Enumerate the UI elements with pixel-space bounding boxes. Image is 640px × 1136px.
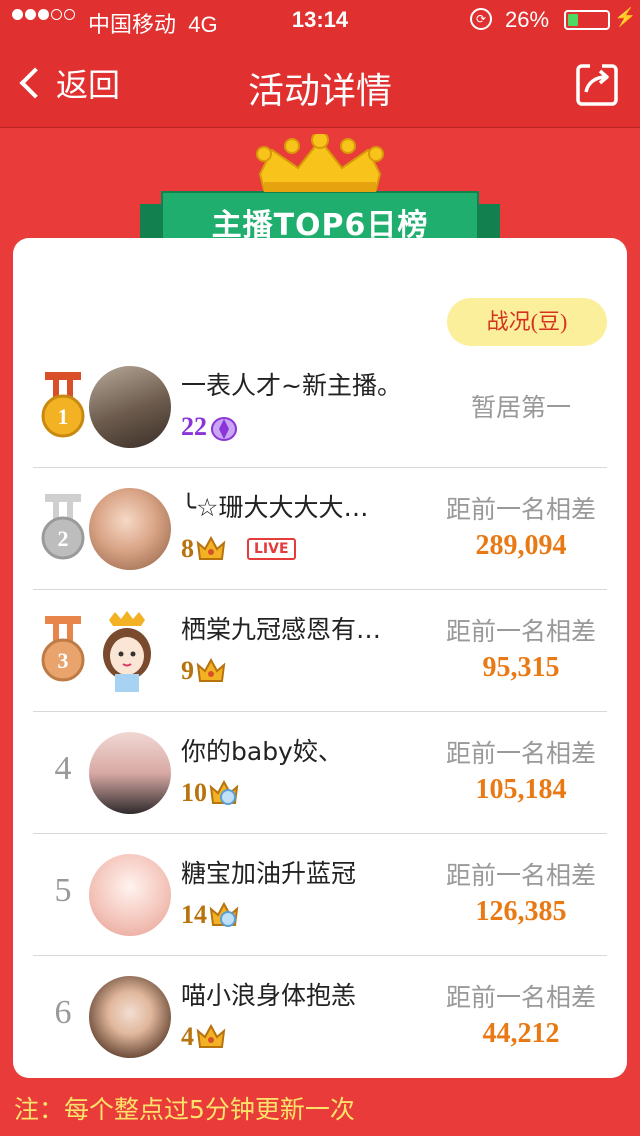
gap-value: 126,385 [475, 896, 567, 927]
ranking-row-5[interactable]: 5 糖宝加油升蓝冠 14 距前一名相差 126,385 [13, 834, 627, 956]
level-number: 4 [181, 1022, 194, 1051]
anchor-name: 喵小浪身体抱恙 [181, 981, 357, 1010]
battle-status-button[interactable]: 战况(豆) [447, 298, 607, 346]
rank-status: 暂居第一 [470, 393, 571, 422]
ranking-row-4[interactable]: 4 你的baby姣、 10 距前一名相差 105,184 [13, 712, 627, 834]
status-bar: 中国移动 4G 13:14 ⟳ 26% ⚡ [0, 0, 640, 40]
svg-text:2: 2 [58, 526, 69, 551]
anchor-name: 一表人才~新主播。 [181, 371, 402, 400]
level-badge: 14 [181, 900, 240, 930]
crown-icon [196, 1023, 226, 1048]
avatar[interactable] [89, 976, 171, 1058]
battery-percent: 26% [505, 7, 550, 32]
ranking-row-1[interactable]: 1 一表人才~新主播。 22 暂居第一 [13, 346, 627, 468]
anchor-name: ╰☆珊大大大大… [181, 493, 369, 522]
level-badge: 4 [181, 1022, 227, 1052]
bronze-medal-icon: 3 [41, 616, 85, 682]
cartoon-girl-icon [103, 611, 151, 692]
jewel-crown-icon [209, 779, 239, 805]
ranking-row-2[interactable]: 2 ╰☆珊大大大大… 8 LIVE 距前一名相差 289,094 [13, 468, 627, 590]
diamond-crown-icon [211, 417, 237, 441]
svg-text:3: 3 [58, 648, 69, 673]
gap-label: 距前一名相差 [445, 861, 596, 890]
nav-bar: 返回 活动详情 [0, 40, 640, 128]
battery-icon [564, 10, 610, 30]
crown-banner: 主播TOP6日榜 [140, 134, 500, 250]
ranking-card: 战况(豆) 1 一表人才~新主播。 22 暂居第一 2 ╰☆珊大大大大… 8 L… [13, 238, 627, 1078]
svg-text:1: 1 [58, 404, 69, 429]
crown-icon [196, 657, 226, 682]
crown-icon [196, 535, 226, 560]
avatar[interactable] [89, 854, 171, 936]
level-badge: 9 [181, 656, 227, 686]
avatar[interactable] [89, 488, 171, 570]
level-badge: 10 [181, 778, 240, 808]
gap-value: 95,315 [482, 652, 560, 683]
avatar[interactable] [89, 610, 171, 692]
gold-medal-icon: 1 [41, 372, 85, 438]
ranking-row-6[interactable]: 6 喵小浪身体抱恙 4 距前一名相差 44,212 [13, 956, 627, 1078]
level-badge: 8 LIVE [181, 534, 296, 564]
page-title: 活动详情 [247, 71, 392, 112]
rotation-lock-icon: ⟳ [470, 8, 492, 30]
gap-label: 距前一名相差 [445, 617, 596, 646]
silver-medal-icon: 2 [41, 494, 85, 560]
gap-label: 距前一名相差 [445, 495, 596, 524]
jewel-crown-icon [209, 901, 239, 927]
gap-label: 距前一名相差 [445, 983, 596, 1012]
level-number: 10 [181, 778, 207, 807]
avatar[interactable] [89, 732, 171, 814]
rank-number: 4 [54, 750, 72, 787]
level-badge: 22 [181, 412, 240, 442]
anchor-name: 栖棠九冠感恩有… [181, 615, 382, 644]
gap-value: 289,094 [475, 530, 567, 561]
charging-icon: ⚡ [614, 7, 637, 27]
anchor-name: 糖宝加油升蓝冠 [181, 859, 357, 888]
gap-value: 105,184 [475, 774, 567, 805]
level-number: 8 [181, 534, 194, 563]
share-button[interactable] [572, 60, 620, 108]
level-number: 22 [181, 412, 207, 441]
update-note: 注：每个整点过5分钟更新一次 [14, 1095, 355, 1124]
avatar[interactable] [89, 366, 171, 448]
gap-label: 距前一名相差 [445, 739, 596, 768]
anchor-name: 你的baby姣、 [181, 737, 343, 766]
gap-value: 44,212 [482, 1018, 560, 1049]
live-badge: LIVE [247, 538, 296, 560]
rank-number: 6 [54, 994, 72, 1031]
level-number: 9 [181, 656, 194, 685]
ranking-row-3[interactable]: 3 栖棠九冠感恩有… 9 距前一名相差 95,315 [13, 590, 627, 712]
level-number: 14 [181, 900, 207, 929]
rank-number: 5 [54, 872, 72, 909]
share-icon [576, 64, 618, 106]
